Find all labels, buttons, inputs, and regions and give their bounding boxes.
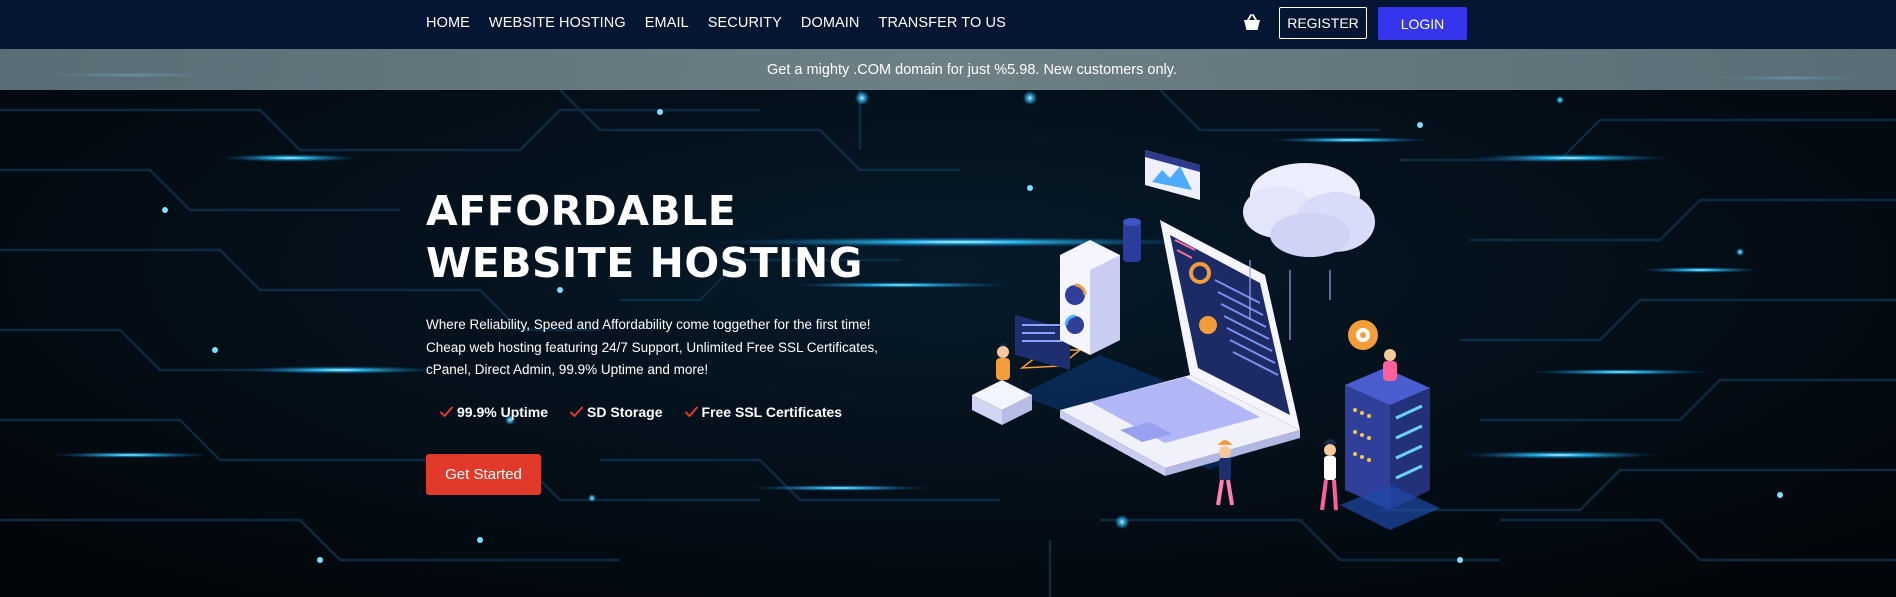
main-menu: HOME WEBSITE HOSTING EMAIL SECURITY DOMA…: [426, 0, 1025, 46]
promo-banner: Get a mighty .COM domain for just %5.98.…: [0, 49, 1896, 90]
feature-item: SD Storage: [570, 404, 663, 420]
nav-item-transfer-to-us[interactable]: TRANSFER TO US: [879, 15, 1006, 31]
register-button[interactable]: REGISTER: [1279, 7, 1367, 39]
hero-description: Where Reliability, Speed and Affordabili…: [426, 314, 946, 382]
basket-icon[interactable]: [1242, 14, 1262, 32]
feature-item: Free SSL Certificates: [684, 404, 843, 420]
login-button[interactable]: LOGIN: [1378, 7, 1467, 40]
feature-label: 99.9% Uptime: [457, 404, 549, 420]
feature-item: 99.9% Uptime: [440, 404, 548, 420]
nav-item-domain[interactable]: DOMAIN: [801, 15, 860, 31]
get-started-button[interactable]: Get Started: [426, 454, 541, 495]
hero-title-line: AFFORDABLE: [426, 187, 737, 235]
nav-item-website-hosting[interactable]: WEBSITE HOSTING: [489, 15, 626, 31]
hero-description-line: Cheap web hosting featuring 24/7 Support…: [426, 339, 878, 355]
nav-item-email[interactable]: EMAIL: [645, 15, 689, 31]
server-rack: [1340, 349, 1440, 530]
check-icon: [570, 406, 584, 417]
hero-title-line: WEBSITE HOSTING: [426, 239, 863, 287]
check-icon: [684, 406, 698, 417]
check-icon: [440, 406, 453, 417]
hero-description-line: cPanel, Direct Admin, 99.9% Uptime and m…: [426, 362, 709, 377]
top-navigation: HOME WEBSITE HOSTING EMAIL SECURITY DOMA…: [0, 0, 1896, 49]
feature-label: Free SSL Certificates: [701, 404, 843, 420]
nav-item-home[interactable]: HOME: [426, 15, 470, 31]
promo-text: Get a mighty .COM domain for just %5.98.…: [767, 61, 1177, 78]
hero-title: AFFORDABLE WEBSITE HOSTING: [426, 185, 863, 289]
nav-item-security[interactable]: SECURITY: [708, 15, 782, 31]
feature-list: 99.9% Uptime SD Storage Free SSL Certifi…: [440, 404, 864, 420]
hosting-illustration: [972, 150, 1440, 530]
hero-description-line: Where Reliability, Speed and Affordabili…: [426, 317, 871, 332]
server-tower-small: [1060, 240, 1120, 355]
feature-label: SD Storage: [587, 404, 663, 420]
